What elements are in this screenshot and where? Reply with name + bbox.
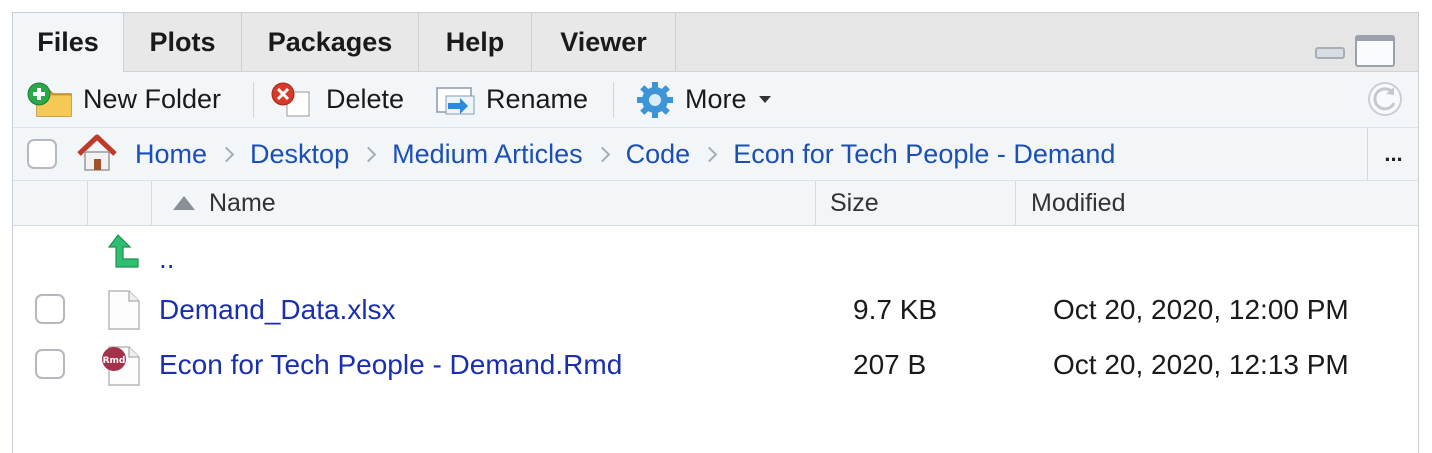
chevron-right-icon [594, 146, 610, 162]
column-divider [1015, 181, 1016, 225]
parent-directory-link[interactable]: .. [159, 231, 175, 287]
new-folder-button[interactable]: New Folder [27, 72, 221, 127]
file-modified: Oct 20, 2020, 12:13 PM [1053, 349, 1349, 380]
rename-icon [436, 86, 475, 114]
size-column-header[interactable]: Size [830, 181, 879, 225]
delete-button[interactable]: Delete [269, 72, 404, 127]
table-row: Rmd Econ for Tech People - Demand.Rmd 20… [13, 337, 1418, 393]
go-to-directory-button[interactable]: ... [1367, 128, 1419, 180]
delete-icon [271, 82, 310, 117]
tab-viewer[interactable]: Viewer [532, 13, 676, 71]
breadcrumb: Home Desktop Medium Articles Code Econ f… [135, 128, 1115, 180]
delete-label: Delete [326, 84, 405, 114]
row-checkbox[interactable] [35, 349, 65, 379]
home-icon[interactable] [75, 132, 119, 174]
tab-files[interactable]: Files [13, 13, 124, 72]
files-toolbar: New Folder Delete Rename More [13, 72, 1418, 128]
file-list-header: Name Size Modified [13, 181, 1418, 226]
breadcrumb-home[interactable]: Home [135, 139, 207, 170]
name-column-label: Name [209, 188, 276, 217]
svg-text:Rmd: Rmd [103, 356, 126, 366]
modified-column-header[interactable]: Modified [1031, 181, 1126, 225]
breadcrumb-desktop[interactable]: Desktop [250, 139, 349, 170]
chevron-down-icon [758, 96, 771, 103]
rmd-file-icon: Rmd [102, 346, 140, 386]
breadcrumb-bar: Home Desktop Medium Articles Code Econ f… [13, 128, 1418, 181]
toolbar-divider [613, 82, 614, 118]
breadcrumb-medium-articles[interactable]: Medium Articles [392, 139, 583, 170]
maximize-pane-button[interactable] [1355, 35, 1395, 67]
gear-icon [637, 81, 673, 118]
up-arrow-icon [107, 234, 139, 268]
more-label: More [685, 84, 747, 114]
tab-plots[interactable]: Plots [124, 13, 242, 71]
rename-button[interactable]: Rename [434, 72, 588, 127]
rename-label: Rename [486, 84, 589, 114]
tab-help[interactable]: Help [419, 13, 532, 71]
new-folder-icon [27, 82, 72, 117]
minimize-pane-button[interactable] [1315, 47, 1345, 59]
files-pane: Files Plots Packages Help Viewer New Fol… [12, 12, 1419, 453]
breadcrumb-code[interactable]: Code [626, 139, 691, 170]
file-name-link[interactable]: Econ for Tech People - Demand.Rmd [159, 337, 622, 393]
new-folder-label: New Folder [83, 84, 222, 114]
table-row: Demand_Data.xlsx 9.7 KB Oct 20, 2020, 12… [13, 282, 1418, 338]
column-divider [151, 181, 152, 225]
refresh-icon[interactable] [1367, 81, 1403, 117]
more-menu-button[interactable]: More [635, 72, 771, 127]
file-size: 207 B [853, 349, 927, 380]
chevron-right-icon [701, 146, 718, 162]
column-divider [87, 181, 88, 225]
blank-file-icon [108, 290, 140, 330]
file-modified: Oct 20, 2020, 12:00 PM [1053, 294, 1349, 325]
file-name-link[interactable]: Demand_Data.xlsx [159, 282, 396, 338]
row-checkbox[interactable] [35, 294, 65, 324]
sort-ascending-icon [173, 196, 195, 210]
tab-packages[interactable]: Packages [242, 13, 419, 71]
chevron-right-icon [218, 146, 235, 162]
file-size: 9.7 KB [853, 294, 938, 325]
toolbar-divider [253, 82, 254, 118]
select-all-checkbox[interactable] [27, 139, 57, 169]
column-divider [815, 181, 816, 225]
name-column-header[interactable]: Name [173, 181, 276, 225]
breadcrumb-current-folder[interactable]: Econ for Tech People - Demand [733, 139, 1115, 170]
tab-strip: Files Plots Packages Help Viewer [13, 13, 1418, 72]
parent-directory-row[interactable]: .. [13, 227, 1418, 283]
chevron-right-icon [360, 146, 377, 162]
